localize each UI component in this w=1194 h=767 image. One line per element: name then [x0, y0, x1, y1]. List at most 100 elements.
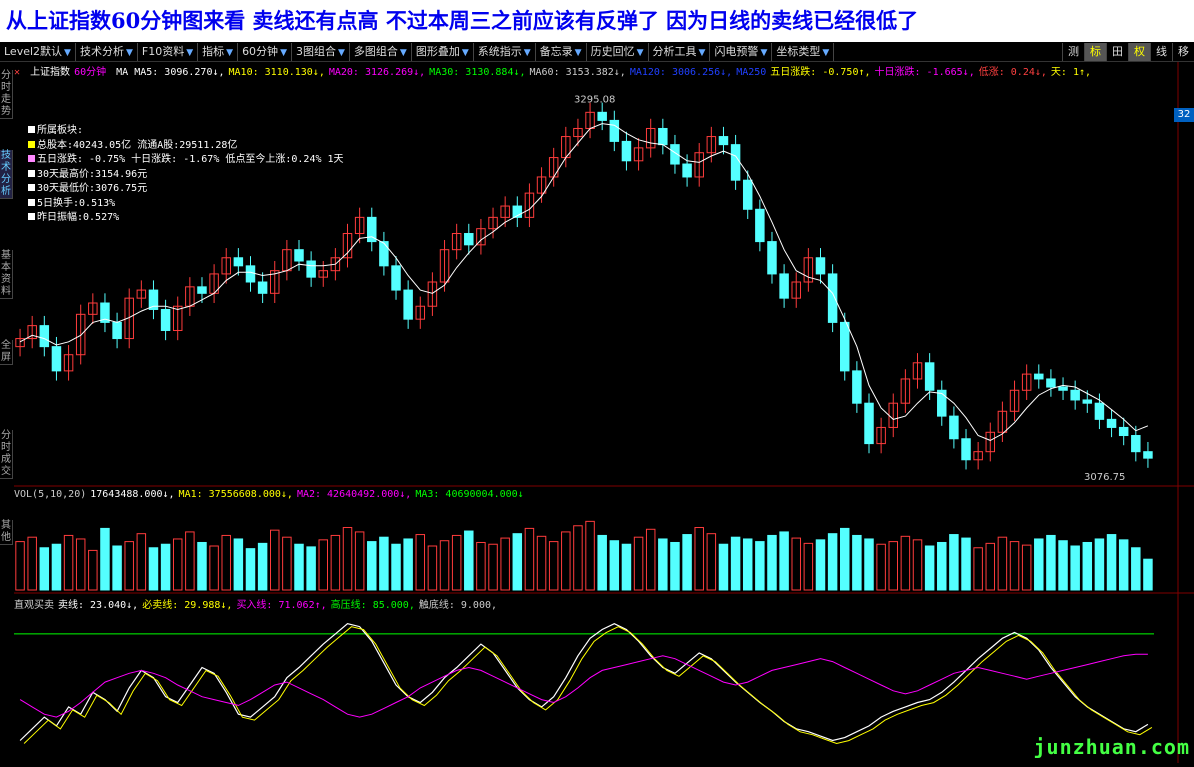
chevron-down-icon: ▼	[280, 48, 287, 58]
toolbar-item[interactable]: 3图组合 ▼	[292, 43, 350, 61]
sidebar-tab[interactable]: 分时走势	[0, 70, 13, 119]
volume-bar	[221, 534, 231, 591]
candle-body	[1046, 378, 1056, 388]
legend-item: 五日涨跌: -0.750↑,	[770, 67, 871, 78]
must-sell-line	[23, 626, 1153, 745]
candle-body	[160, 308, 171, 331]
toolbar-item[interactable]: 闪电预警 ▼	[710, 43, 773, 61]
volume-bar	[1058, 540, 1068, 591]
volume-bar	[548, 541, 559, 591]
volume-bar	[1131, 547, 1141, 591]
sidebar-tab[interactable]: 基本资料	[0, 250, 13, 299]
toolbar-right-item[interactable]: 权	[1128, 43, 1150, 61]
volume-bar	[1118, 539, 1129, 591]
toolbar-item[interactable]: 图形叠加 ▼	[412, 43, 474, 61]
toolbar-item[interactable]: 指标 ▼	[198, 43, 239, 61]
toolbar-item[interactable]: 多图组合 ▼	[350, 43, 412, 61]
volume-bar	[997, 536, 1008, 591]
candle-body	[1082, 399, 1093, 404]
legend-item: 低涨: 0.24↓,	[978, 67, 1047, 78]
close-icon[interactable]: ✕	[14, 67, 20, 78]
candle-body	[827, 273, 838, 323]
toolbar: Level2默认 ▼ 技术分析 ▼ F10资料 ▼ 指标 ▼ 60分钟 ▼ 3图组合 ▼ 多图组合 ▼ 图形…	[0, 43, 1194, 62]
info-text: 30天最高价:3154.96元	[37, 168, 148, 180]
toolbar-item[interactable]: F10资料 ▼	[138, 43, 199, 61]
volume-bar	[985, 542, 996, 591]
volume-bar	[815, 539, 826, 591]
candle-body	[1094, 402, 1105, 420]
legend-item: 必卖线: 29.988↓,	[142, 600, 233, 611]
price-legend: ✕ 上证指数 60分钟 MA MA5: 3096.270↓, MA10: 3110.…	[14, 63, 1099, 78]
volume-bar	[160, 543, 171, 591]
toolbar-item[interactable]: Level2默认 ▼	[0, 43, 76, 61]
toolbar-item[interactable]: 历史回忆 ▼	[587, 43, 649, 61]
legend-item: 卖线: 23.040↓,	[58, 600, 139, 611]
toolbar-item[interactable]: 技术分析 ▼	[76, 43, 138, 61]
volume-bar	[706, 533, 717, 591]
candle-body	[609, 119, 620, 142]
toolbar-item[interactable]: 60分钟 ▼	[238, 43, 292, 61]
sidebar-tab[interactable]: 其他	[0, 520, 13, 545]
toolbar-item[interactable]: 坐标类型 ▼	[772, 43, 835, 61]
volume-bar	[524, 527, 535, 591]
candle-body	[961, 438, 971, 461]
volume-bar	[1046, 534, 1056, 591]
chevron-down-icon: ▼	[125, 48, 133, 58]
volume-bar	[645, 528, 656, 591]
toolbar-item[interactable]: 系统指示 ▼	[474, 43, 536, 61]
candle-body	[233, 257, 244, 267]
volume-bar	[682, 534, 692, 591]
volume-bar	[718, 543, 729, 591]
volume-bar	[937, 541, 947, 591]
candle-body	[658, 127, 668, 146]
volume-bar	[840, 527, 850, 591]
candle-body	[864, 402, 874, 445]
toolbar-right-item[interactable]: 线	[1150, 43, 1172, 61]
volume-bar	[330, 534, 341, 591]
info-text: 所属板块:	[37, 125, 84, 136]
volume-bar	[391, 543, 401, 591]
legend-item: 买入线: 71.062↑,	[236, 600, 327, 611]
volume-bar	[427, 545, 438, 591]
volume-bar	[621, 543, 632, 591]
toolbar-right-item[interactable]: 标	[1084, 43, 1106, 61]
toolbar-right-group: 测标田权线移	[1062, 43, 1194, 61]
sidebar-tab[interactable]: 分时成交	[0, 430, 13, 479]
price-legend-title: 上证指数	[30, 67, 71, 78]
legend-item: MA60: 3153.382↓,	[529, 67, 626, 78]
chevron-down-icon: ▼	[226, 48, 234, 58]
sidebar-tab[interactable]: 技术分析	[0, 150, 13, 199]
candle-body	[1143, 451, 1153, 459]
toolbar-right-item[interactable]: 测	[1062, 43, 1084, 61]
bullet-icon	[28, 126, 35, 133]
chevron-down-icon: ▼	[822, 48, 830, 58]
chevron-down-icon: ▼	[461, 48, 469, 58]
info-line: 5日换手:0.513%	[28, 197, 344, 212]
volume-bar	[306, 546, 316, 591]
low-price-label: 3076.75	[1084, 472, 1125, 483]
legend-item: MA1: 37556608.000↓,	[178, 489, 293, 500]
volume-bar	[15, 541, 25, 591]
bullet-icon	[28, 213, 35, 220]
volume-bar	[1143, 558, 1153, 591]
chevron-down-icon: ▼	[698, 48, 706, 58]
sidebar-tab[interactable]: 全屏	[0, 340, 13, 365]
volume-bar	[779, 531, 789, 591]
toolbar-item[interactable]: 分析工具 ▼	[649, 43, 711, 61]
legend-item: MA30: 3130.884↓,	[429, 67, 526, 78]
volume-bar	[585, 520, 595, 591]
legend-item: MA20: 3126.269↓,	[328, 67, 426, 78]
candle-body	[682, 163, 692, 178]
toolbar-item[interactable]: 备忘录 ▼	[536, 43, 587, 61]
volume-bar	[75, 538, 86, 591]
candle-body	[937, 389, 947, 417]
candle-body	[1058, 386, 1068, 391]
toolbar-right-item[interactable]: 移	[1172, 43, 1194, 61]
toolbar-right-item[interactable]: 田	[1106, 43, 1128, 61]
volume-bar	[1106, 534, 1117, 591]
legend-item: MA120: 3006.256↓,	[629, 67, 733, 78]
info-text: 30天最低价:3076.75元	[37, 183, 148, 194]
stock-info-box: 所属板块: 总股本:40243.05亿 流通A股:29511.28亿 五日涨跌: -…	[28, 124, 344, 226]
info-text: 五日涨跌: -0.75% 十日涨跌: -1.67% 低点至今上涨:0.24% 1…	[37, 154, 344, 165]
candle-body	[112, 321, 122, 340]
